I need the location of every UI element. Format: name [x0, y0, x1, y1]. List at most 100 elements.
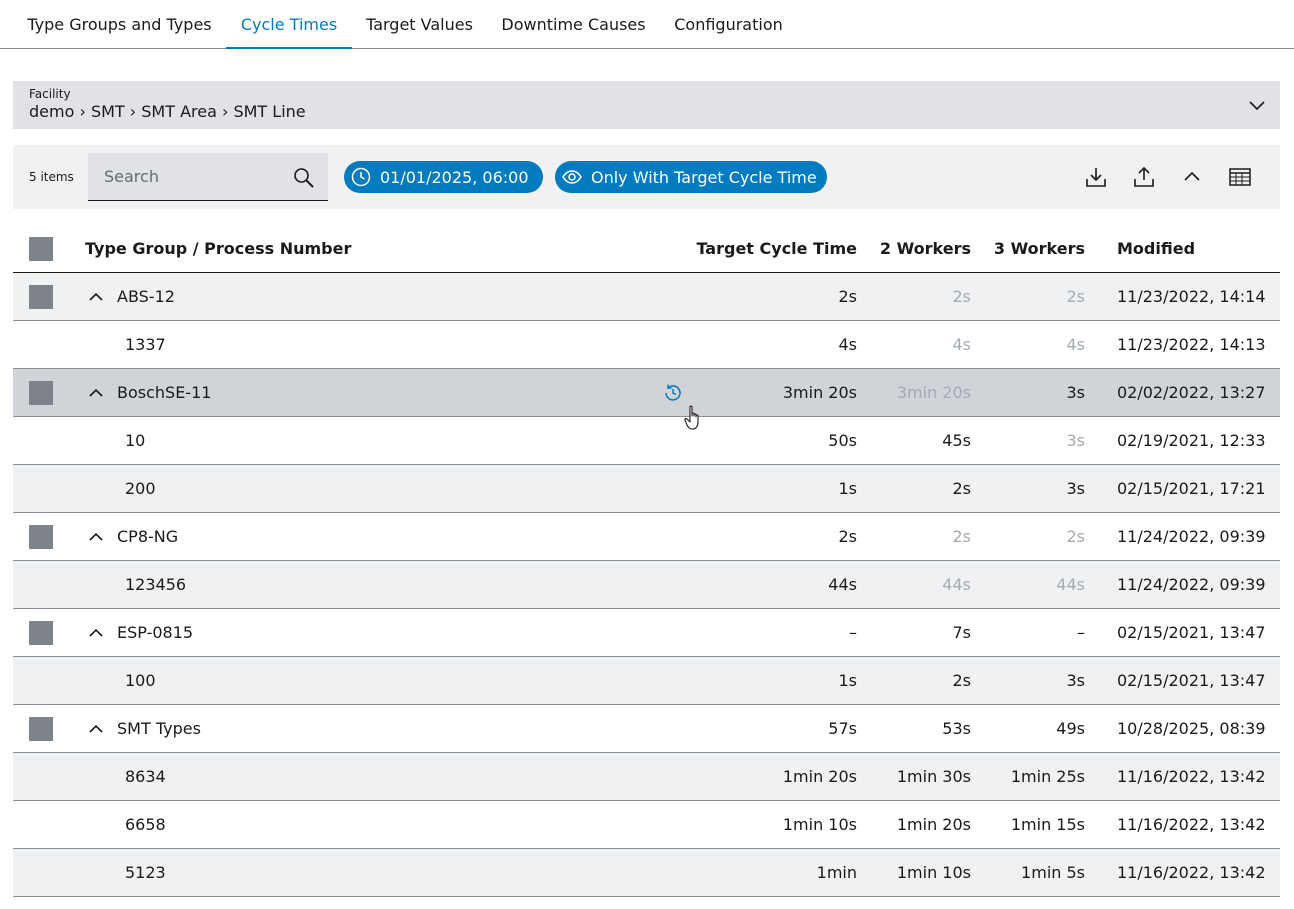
three-workers-time: 44s [1056, 575, 1085, 594]
table-toolbar: 5 items 01/01/2025, 06:00 Only With Targ… [13, 145, 1280, 209]
type-group-name: BoschSE-11 [117, 383, 212, 402]
modified-date: 11/16/2022, 13:42 [1117, 815, 1266, 834]
modified-date: 11/16/2022, 13:42 [1117, 863, 1266, 882]
facility-selector[interactable]: Facility demo › SMT › SMT Area › SMT Lin… [13, 81, 1280, 129]
two-workers-time: 2s [952, 287, 971, 306]
column-header-three-workers[interactable]: 3 Workers [994, 239, 1085, 258]
table-row[interactable]: 5123 1min 1min 10s 1min 5s 11/16/2022, 13:42 [13, 849, 1280, 897]
three-workers-time: 3s [1066, 479, 1085, 498]
type-group-name: SMT Types [117, 719, 201, 738]
process-number: 6658 [125, 815, 166, 834]
facility-path: demo › SMT › SMT Area › SMT Line [29, 102, 306, 121]
column-header-modified[interactable]: Modified [1117, 239, 1195, 258]
target-filter-chip[interactable]: Only With Target Cycle Time [555, 161, 827, 193]
tab-type-groups[interactable]: Type Groups and Types [13, 0, 226, 48]
search-input[interactable] [88, 153, 278, 200]
select-all-checkbox[interactable] [29, 237, 53, 261]
tab-target-values[interactable]: Target Values [352, 0, 487, 48]
upload-icon[interactable] [1132, 165, 1156, 189]
download-icon[interactable] [1084, 165, 1108, 189]
process-number: 200 [125, 479, 156, 498]
target-cycle-time: 1min [816, 863, 857, 882]
table-row[interactable]: 123456 44s 44s 44s 11/24/2022, 09:39 [13, 561, 1280, 609]
modified-date: 11/23/2022, 14:14 [1117, 287, 1266, 306]
chevron-up-icon[interactable] [88, 625, 104, 641]
two-workers-time: 53s [942, 719, 971, 738]
table-row[interactable]: 100 1s 2s 3s 02/15/2021, 13:47 [13, 657, 1280, 705]
three-workers-time: 1min 5s [1021, 863, 1085, 882]
three-workers-time: 4s [1066, 335, 1085, 354]
column-header-name[interactable]: Type Group / Process Number [85, 239, 351, 258]
process-number: 10 [125, 431, 146, 450]
column-header-target[interactable]: Target Cycle Time [696, 239, 857, 258]
target-cycle-time: 1min 20s [782, 767, 857, 786]
process-number: 5123 [125, 863, 166, 882]
tab-configuration[interactable]: Configuration [660, 0, 797, 48]
table-row[interactable]: 1337 4s 4s 4s 11/23/2022, 14:13 [13, 321, 1280, 369]
table-row[interactable]: 8634 1min 20s 1min 30s 1min 25s 11/16/2022, … [13, 753, 1280, 801]
three-workers-time: 3s [1066, 383, 1085, 402]
process-number: 8634 [125, 767, 166, 786]
date-filter-label: 01/01/2025, 06:00 [380, 167, 529, 187]
modified-date: 11/24/2022, 09:39 [1117, 575, 1266, 594]
chevron-up-icon[interactable] [1180, 165, 1204, 189]
three-workers-time: 1min 15s [1010, 815, 1085, 834]
two-workers-time: 1min 30s [896, 767, 971, 786]
group-row[interactable]: SMT Types 57s 53s 49s 10/28/2025, 08:39 [13, 705, 1280, 753]
target-cycle-time: 1s [838, 479, 857, 498]
two-workers-time: 44s [942, 575, 971, 594]
table-row[interactable]: 200 1s 2s 3s 02/15/2021, 17:21 [13, 465, 1280, 513]
target-cycle-time: 1s [838, 671, 857, 690]
row-checkbox[interactable] [29, 285, 53, 309]
three-workers-time: 3s [1066, 431, 1085, 450]
target-cycle-time: 2s [838, 287, 857, 306]
hand-cursor-icon [684, 405, 699, 430]
chevron-down-icon[interactable] [1248, 97, 1266, 113]
row-checkbox[interactable] [29, 621, 53, 645]
table-settings-icon[interactable] [1228, 165, 1252, 189]
modified-date: 02/15/2021, 13:47 [1117, 623, 1266, 642]
target-cycle-time: 44s [828, 575, 857, 594]
two-workers-time: 7s [952, 623, 971, 642]
row-checkbox[interactable] [29, 525, 53, 549]
target-cycle-time: 1min 10s [782, 815, 857, 834]
chevron-up-icon[interactable] [88, 289, 104, 305]
type-group-name: CP8-NG [117, 527, 179, 546]
tab-cycle-times[interactable]: Cycle Times [226, 0, 352, 49]
column-header-two-workers[interactable]: 2 Workers [880, 239, 971, 258]
history-icon[interactable] [662, 382, 684, 404]
table-header: Type Group / Process Number Target Cycle… [13, 225, 1280, 273]
two-workers-time: 2s [952, 671, 971, 690]
process-number: 123456 [125, 575, 187, 594]
target-filter-label: Only With Target Cycle Time [591, 167, 817, 187]
item-count: 5 items [29, 170, 74, 184]
three-workers-time: – [1077, 623, 1085, 642]
row-checkbox[interactable] [29, 381, 53, 405]
table-row[interactable]: 6658 1min 10s 1min 20s 1min 15s 11/16/2022, … [13, 801, 1280, 849]
chevron-up-icon[interactable] [88, 529, 104, 545]
group-row[interactable]: BoschSE-11 3min 20s 3min 20s 3s 02/02/2022, … [13, 369, 1280, 417]
three-workers-time: 2s [1066, 287, 1085, 306]
search-icon[interactable] [292, 166, 316, 190]
target-cycle-time: 3min 20s [782, 383, 857, 402]
two-workers-time: 2s [952, 527, 971, 546]
search-box [88, 153, 328, 201]
two-workers-time: 1min 10s [896, 863, 971, 882]
table-row[interactable]: 10 50s 45s 3s 02/19/2021, 12:33 [13, 417, 1280, 465]
chevron-up-icon[interactable] [88, 385, 104, 401]
chevron-up-icon[interactable] [88, 721, 104, 737]
two-workers-time: 3min 20s [896, 383, 971, 402]
facility-label: Facility [29, 87, 71, 101]
group-row[interactable]: ABS-12 2s 2s 2s 11/23/2022, 14:14 [13, 273, 1280, 321]
modified-date: 11/16/2022, 13:42 [1117, 767, 1266, 786]
modified-date: 02/15/2021, 17:21 [1117, 479, 1266, 498]
date-filter-chip[interactable]: 01/01/2025, 06:00 [344, 161, 543, 193]
three-workers-time: 49s [1056, 719, 1085, 738]
group-row[interactable]: ESP-0815 – 7s – 02/15/2021, 13:47 [13, 609, 1280, 657]
tab-downtime-causes[interactable]: Downtime Causes [487, 0, 660, 48]
target-cycle-time: 2s [838, 527, 857, 546]
group-row[interactable]: CP8-NG 2s 2s 2s 11/24/2022, 09:39 [13, 513, 1280, 561]
target-cycle-time: 50s [828, 431, 857, 450]
process-number: 100 [125, 671, 156, 690]
row-checkbox[interactable] [29, 717, 53, 741]
